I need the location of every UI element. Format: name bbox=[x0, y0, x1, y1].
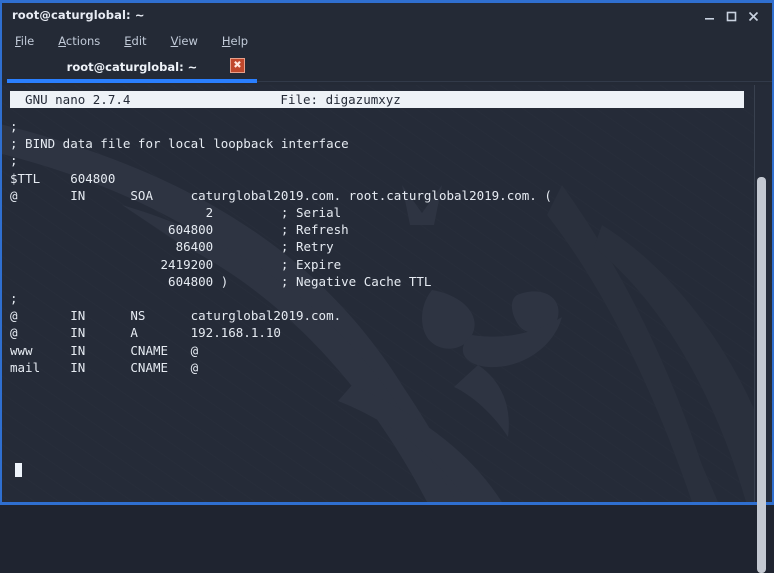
menu-item-file-rest: ile bbox=[20, 34, 35, 48]
maximize-button[interactable] bbox=[720, 7, 742, 25]
menu-item-file[interactable]: File bbox=[15, 34, 34, 48]
tab-strip-divider bbox=[257, 81, 772, 82]
tab-strip: root@caturglobal: ~ ✖ bbox=[2, 53, 772, 85]
menu-item-help-rest: elp bbox=[230, 34, 249, 48]
nano-file-label: File: digazumxyz bbox=[280, 92, 401, 107]
menu-item-view-rest: iew bbox=[178, 34, 198, 48]
menu-item-edit[interactable]: Edit bbox=[124, 34, 146, 48]
menu-item-actions[interactable]: Actions bbox=[58, 34, 100, 48]
nano-title-bar: GNU nano 2.7.4 File: digazumxyz bbox=[10, 91, 744, 108]
window-title: root@caturglobal: ~ bbox=[12, 8, 145, 22]
tab-label: root@caturglobal: ~ bbox=[66, 59, 198, 74]
menu-item-edit-rest: dit bbox=[131, 34, 147, 48]
menu-item-actions-rest: ctions bbox=[65, 34, 101, 48]
menu-bar: File Actions Edit View Help bbox=[2, 29, 772, 53]
title-bar: root@caturglobal: ~ bbox=[2, 3, 772, 29]
minimize-button[interactable] bbox=[698, 7, 720, 25]
terminal-screen[interactable]: GNU nano 2.7.4 File: digazumxyz ; ; BIND … bbox=[2, 85, 772, 502]
terminal-window: root@caturglobal: ~ File Actions Edit Vi… bbox=[0, 0, 774, 573]
menu-item-view[interactable]: View bbox=[171, 34, 198, 48]
close-button[interactable] bbox=[742, 7, 764, 25]
nano-editor-buffer[interactable]: ; ; BIND data file for local loopback in… bbox=[10, 118, 750, 376]
nano-version-label: GNU nano 2.7.4 bbox=[10, 92, 131, 107]
tab-close-icon[interactable]: ✖ bbox=[230, 58, 245, 73]
window-controls bbox=[698, 7, 764, 25]
vertical-scrollbar-thumb[interactable] bbox=[757, 177, 766, 573]
text-cursor bbox=[15, 463, 22, 477]
menu-item-help[interactable]: Help bbox=[222, 34, 248, 48]
tab-active-indicator bbox=[7, 79, 257, 83]
tab-terminal-active[interactable]: root@caturglobal: ~ bbox=[7, 53, 257, 80]
vertical-scrollbar-track[interactable] bbox=[754, 85, 770, 573]
